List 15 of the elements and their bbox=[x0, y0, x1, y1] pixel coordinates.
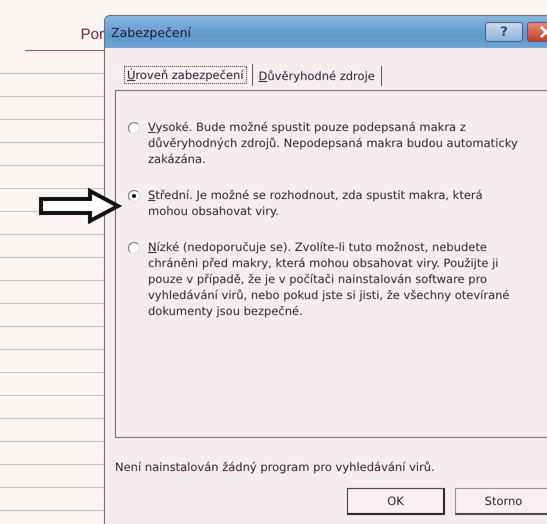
option-label: Vysoké. Bude možné spustit pouze podepsaná makra z důvěryhodných zdrojů. Nepodepsaná makra budou automaticky zakázána. bbox=[148, 119, 519, 167]
radio-button[interactable] bbox=[128, 242, 140, 254]
column-header: Por bbox=[80, 26, 104, 42]
window-title: Zabezpečení bbox=[111, 24, 192, 40]
cancel-button[interactable]: Storno bbox=[455, 488, 547, 515]
ok-button[interactable]: OK bbox=[347, 488, 445, 515]
radio-button[interactable] bbox=[128, 190, 140, 202]
tab[interactable]: Důvěryhodné zdroje bbox=[252, 66, 382, 86]
option-label: Střední. Je možné se rozhodnout, zda spustit makra, která mohou obsahovat viry. bbox=[148, 187, 484, 219]
radio-button[interactable] bbox=[128, 122, 140, 134]
arrow-icon bbox=[38, 188, 122, 224]
status-text: Není nainstalován žádný program pro vyhledávání virů. bbox=[115, 460, 436, 474]
help-button[interactable]: ? bbox=[485, 22, 523, 42]
tab[interactable]: Úroveň zabezpečení bbox=[119, 64, 253, 86]
option-label: Nízké (nedoporučuje se). Zvolíte-li tuto možnost, nebudete chráněni před makry, která mohou obsahovat viry. Použijte ji pouze v případě, že je v počítači nainstalován software pro vyhledávání virů, nebo pokud jste si jisti, že všechny otevírané dokumenty jsou bezpečné. bbox=[148, 239, 511, 319]
